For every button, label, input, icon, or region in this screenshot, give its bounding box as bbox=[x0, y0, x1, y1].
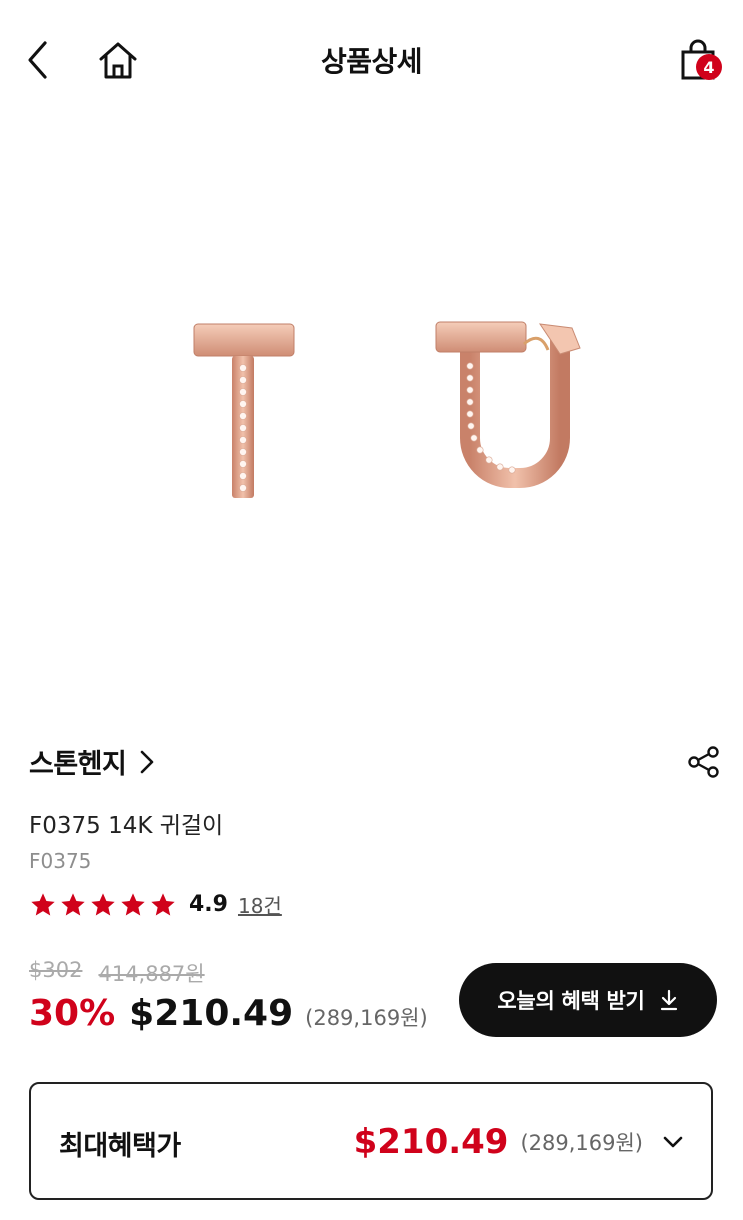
star-icon bbox=[91, 892, 115, 915]
sale-price-usd: $210.49 bbox=[129, 993, 294, 1034]
review-count-link[interactable]: 18건 bbox=[238, 890, 282, 919]
page-title: 상품상세 bbox=[320, 45, 423, 78]
original-price-krw: 414,887원 bbox=[98, 962, 205, 986]
product-code: F0375 bbox=[29, 849, 92, 873]
star-icon bbox=[61, 892, 85, 915]
product-image[interactable] bbox=[0, 118, 743, 730]
brand-link[interactable]: 스톤헨지 bbox=[29, 742, 158, 781]
star-icon bbox=[31, 892, 55, 915]
chevron-right-icon bbox=[141, 750, 154, 773]
original-price-usd: $302 bbox=[29, 958, 83, 982]
top-bar: 상품상세 4 bbox=[0, 0, 743, 118]
original-price: $302 414,887원 bbox=[29, 958, 205, 988]
max-benefit-label: 최대혜택가 bbox=[59, 1131, 181, 1162]
rating-score: 4.9 bbox=[189, 892, 228, 917]
chevron-down-icon bbox=[663, 1136, 683, 1148]
discount-rate: 30% bbox=[29, 993, 116, 1034]
share-button[interactable] bbox=[682, 740, 726, 784]
todays-benefit-button[interactable]: 오늘의 혜택 받기 bbox=[459, 963, 717, 1037]
sale-price-row: 30% $210.49 (289,169원) bbox=[29, 993, 428, 1034]
max-benefit-dropdown[interactable]: 최대혜택가 $210.49 (289,169원) bbox=[29, 1082, 713, 1200]
brand-name: 스톤헨지 bbox=[29, 749, 127, 780]
sale-price-krw: (289,169원) bbox=[305, 1006, 428, 1030]
rating: 4.9 18건 bbox=[29, 890, 282, 919]
share-icon bbox=[688, 746, 719, 778]
rose-gold-earrings-image bbox=[193, 321, 581, 498]
max-benefit-price: $210.49 (289,169원) bbox=[354, 1122, 685, 1162]
cart-count-badge: 4 bbox=[696, 54, 722, 80]
star-icon bbox=[151, 892, 175, 915]
max-benefit-price-usd: $210.49 bbox=[353, 1122, 509, 1162]
star-icon bbox=[121, 892, 145, 915]
todays-benefit-label: 오늘의 혜택 받기 bbox=[497, 989, 645, 1013]
product-name: F0375 14K 귀걸이 bbox=[29, 813, 224, 839]
download-icon bbox=[660, 989, 677, 1011]
max-benefit-price-krw: (289,169원) bbox=[520, 1131, 643, 1155]
star-rating bbox=[29, 891, 177, 919]
